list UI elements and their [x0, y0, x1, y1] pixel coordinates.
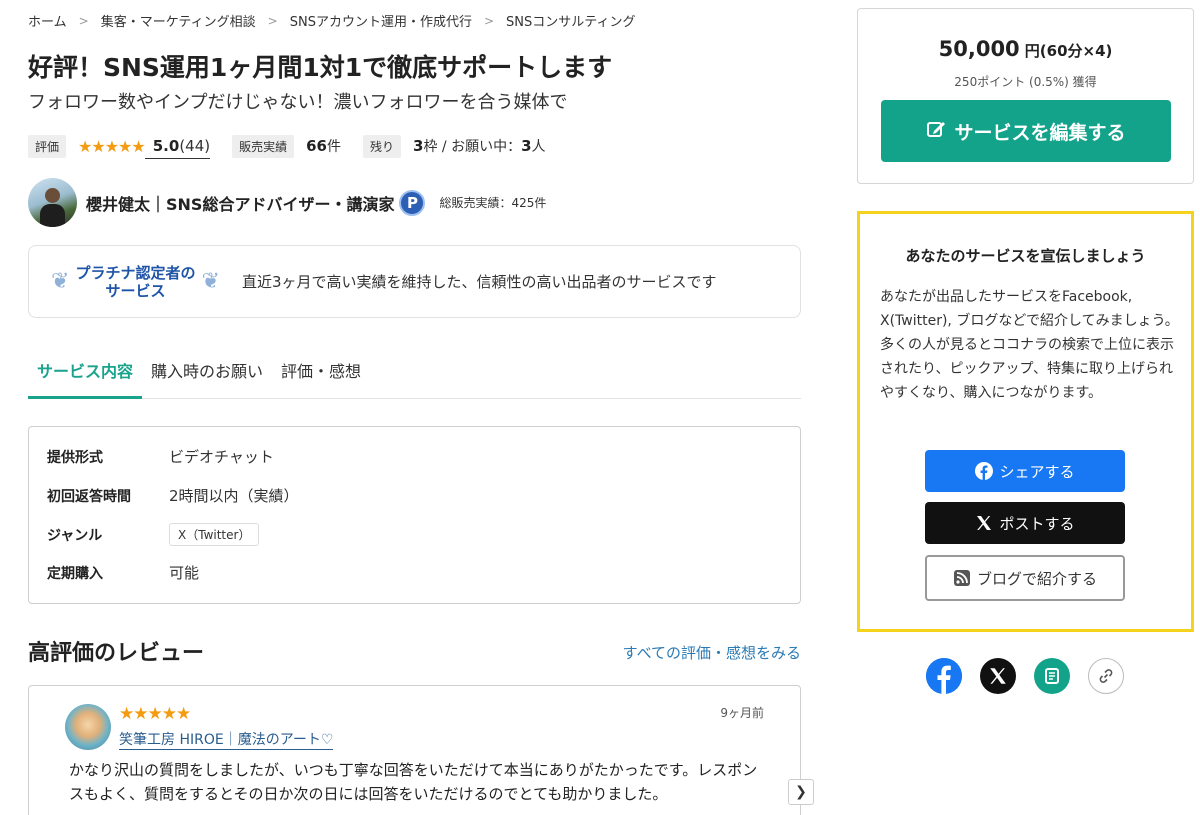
laurel-left-icon: ❦: [51, 269, 70, 294]
promote-service-box: あなたのサービスを宣伝しましょう あなたが出品したサービスをFacebook, …: [857, 211, 1194, 632]
reviews-heading: 高評価のレビュー: [28, 641, 205, 666]
platinum-badge: ❦ プラチナ認定者の サービス ❦: [51, 264, 227, 300]
requesting-unit: 人: [531, 139, 546, 155]
review-text: かなり沢山の質問をしましたが、いつも丁寧な回答をいただけて本当にありがたかったで…: [69, 761, 758, 803]
edit-icon: [926, 119, 946, 144]
info-row-subscription: 定期購入 可能: [47, 562, 199, 583]
rating-value: 5.0: [152, 137, 180, 155]
tab-service-content[interactable]: サービス内容: [28, 355, 143, 399]
tab-reviews[interactable]: 評価・感想: [272, 355, 370, 399]
x-post-button[interactable]: ポストする: [925, 502, 1125, 544]
review-date: 9ヶ月前: [720, 706, 764, 720]
page-title: 好評！SNS運用1ヶ月間1対1で徹底サポートします: [28, 53, 613, 82]
review-card: ★★★★★ 笑筆工房 HIROE｜魔法のアート♡ 9ヶ月前 かなり沢山の質問をし…: [28, 685, 801, 815]
info-row-response-time: 初回返答時間 2時間以内（実績）: [47, 485, 299, 506]
promo-text: あなたが出品したサービスをFacebook, X(Twitter), ブログなど…: [880, 285, 1180, 405]
sales-tag: 販売実績: [232, 134, 295, 158]
info-key: ジャンル: [47, 527, 103, 544]
platinum-badge-line2: サービス: [105, 281, 166, 300]
promo-title: あなたのサービスを宣伝しましょう: [905, 247, 1146, 265]
chevron-right-icon: ❯: [795, 784, 807, 800]
chevron-right-icon: >: [267, 13, 278, 28]
price-amount: 50,000: [938, 37, 1020, 61]
info-row-genre: ジャンル X（Twitter）: [47, 523, 260, 546]
seller-total-sales: 総販売実績：425件: [439, 196, 547, 210]
seller-avatar[interactable]: [28, 178, 77, 227]
platinum-badge-line1: プラチナ認定者の: [75, 263, 196, 282]
edit-service-button[interactable]: サービスを編集する: [881, 100, 1171, 162]
rating-tag: 評価: [28, 134, 67, 158]
seller-name[interactable]: 櫻井健太｜SNS総合アドバイザー・講演家: [86, 191, 394, 215]
breadcrumb-home[interactable]: ホーム: [28, 11, 67, 30]
facebook-share-label: シェアする: [999, 462, 1075, 481]
promo-text-2: 多くの人が見るとココナラの検索で上位に表示されたり、ピックアップ、特集に取り上げ…: [880, 337, 1174, 401]
rss-icon: [953, 569, 971, 587]
edit-service-label: サービスを編集する: [954, 121, 1126, 144]
facebook-icon: [975, 462, 994, 480]
blog-share-button[interactable]: ブログで紹介する: [925, 555, 1125, 601]
remaining-value: 3: [413, 137, 424, 155]
see-all-reviews-link[interactable]: すべての評価・感想をみる: [623, 642, 801, 663]
facebook-share-button[interactable]: シェアする: [925, 450, 1125, 492]
x-logo-icon: [975, 514, 993, 532]
seller-info: 櫻井健太｜SNS総合アドバイザー・講演家 P 総販売実績：425件: [28, 178, 546, 227]
price-detail: (60分×4): [1039, 42, 1113, 60]
rating-link[interactable]: 5.0(44): [144, 136, 211, 159]
blog-share-label: ブログで紹介する: [976, 569, 1097, 588]
platinum-certification-box: ❦ プラチナ認定者の サービス ❦ 直近3ヶ月で高い実績を維持した、信頼性の高い…: [28, 245, 801, 318]
sales-value: 66: [306, 137, 327, 155]
breadcrumb-marketing[interactable]: 集客・マーケティング相談: [101, 11, 256, 30]
service-info-table: 提供形式 ビデオチャット 初回返答時間 2時間以内（実績） ジャンル X（Twi…: [28, 426, 801, 604]
breadcrumb-sns-account[interactable]: SNSアカウント運用・作成代行: [290, 11, 472, 30]
chevron-right-icon: >: [483, 13, 495, 28]
info-value: ビデオチャット: [169, 448, 274, 466]
page-subtitle: フォロワー数やインプだけじゃない！濃いフォロワーを合う媒体で: [28, 92, 568, 113]
review-next-button[interactable]: ❯: [788, 779, 814, 805]
remaining-unit: 枠 / お願い中：: [423, 139, 522, 155]
laurel-right-icon: ❦: [201, 269, 220, 294]
breadcrumb-sns-consulting[interactable]: SNSコンサルティング: [506, 11, 635, 30]
reviewer-avatar: [65, 704, 111, 750]
platinum-p-icon: P: [399, 189, 426, 216]
rating-count: (44): [179, 137, 211, 155]
blog-icon[interactable]: [1034, 658, 1070, 694]
review-stars-icon: ★★★★★: [119, 704, 191, 724]
facebook-icon[interactable]: [926, 658, 962, 694]
info-key: 提供形式: [47, 449, 103, 466]
info-key: 初回返答時間: [47, 488, 131, 505]
info-row-format: 提供形式 ビデオチャット: [47, 446, 274, 467]
price: 50,000 円(60分×4): [858, 37, 1193, 61]
remaining-tag: 残り: [363, 134, 402, 158]
chevron-right-icon: >: [78, 13, 89, 28]
requesting-value: 3: [521, 137, 532, 155]
promo-text-1: あなたが出品したサービスをFacebook, X(Twitter), ブログなど…: [880, 289, 1179, 329]
breadcrumb: ホーム > 集客・マーケティング相談 > SNSアカウント運用・作成代行 > S…: [28, 11, 635, 31]
tab-purchase-requests[interactable]: 購入時のお願い: [142, 355, 272, 399]
price-unit: 円: [1024, 42, 1040, 60]
sales-unit: 件: [327, 139, 341, 155]
share-icons-row: [926, 658, 1142, 694]
x-logo-icon[interactable]: [980, 658, 1016, 694]
service-tabs: サービス内容 購入時のお願い 評価・感想: [28, 355, 801, 399]
info-value: 2時間以内（実績）: [169, 487, 299, 505]
reviewer-name[interactable]: 笑筆工房 HIROE｜魔法のアート♡: [119, 729, 334, 750]
genre-tag[interactable]: X（Twitter）: [169, 523, 260, 546]
x-post-label: ポストする: [999, 514, 1075, 533]
rating-stars-icon: ★★★★★: [78, 136, 146, 156]
points-earned: 250ポイント (0.5%) 獲得: [954, 75, 1097, 89]
service-stats: 評価 ★★★★★ 5.0(44) 販売実績 66 件 残り 3枠 / お願い中： 3…: [28, 133, 546, 159]
info-value: 可能: [169, 564, 200, 582]
link-icon[interactable]: [1088, 658, 1124, 694]
platinum-description: 直近3ヶ月で高い実績を維持した、信頼性の高い出品者のサービスです: [242, 273, 717, 291]
info-key: 定期購入: [47, 565, 103, 582]
price-box: 50,000 円(60分×4) 250ポイント (0.5%) 獲得 サービスを編…: [857, 8, 1194, 184]
